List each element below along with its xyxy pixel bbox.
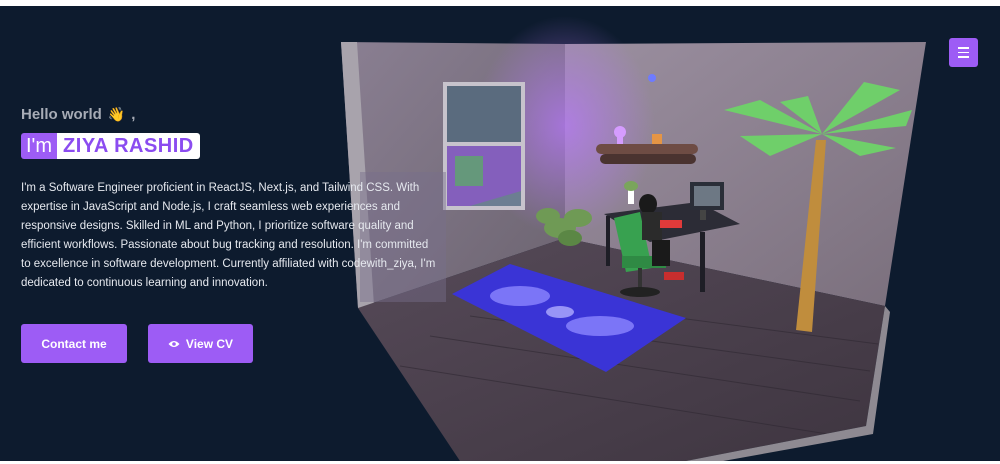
hero-actions: Contact me View CV [21,324,253,363]
name-heading: I'm ZIYA RASHID [21,133,200,159]
person-name: ZIYA RASHID [57,133,200,159]
contact-button[interactable]: Contact me [21,324,127,363]
greeting-line: Hello world 👋, [21,106,451,123]
greeting-suffix: , [131,106,136,123]
view-cv-button-label: View CV [185,336,234,351]
ceiling-light [648,74,656,82]
im-label: I'm [21,133,58,159]
eye-icon [168,340,180,347]
view-cv-button[interactable]: View CV [148,324,253,363]
contact-button-label: Contact me [41,336,107,351]
page-frame: Hello world 👋, I'm ZIYA RASHID I'm a Sof… [0,6,1000,461]
window [443,82,525,210]
hamburger-menu-icon[interactable] [949,38,978,67]
waving-hand-icon: 👋 [107,106,126,122]
bio-paragraph: I'm a Software Engineer proficient in Re… [21,182,436,290]
greeting-text: Hello world [21,106,102,123]
hero-intro: Hello world 👋, I'm ZIYA RASHID I'm a Sof… [21,106,451,293]
